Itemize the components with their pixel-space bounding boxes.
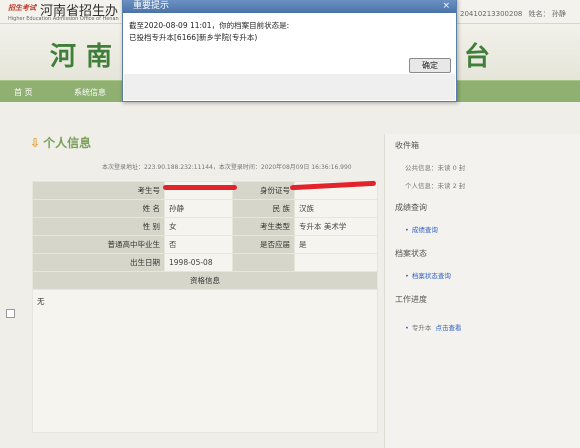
table-row: 普通高中毕业生 否 是否应届 是	[32, 235, 378, 254]
bullet-icon: •	[405, 226, 409, 234]
banner-title-left: 河南	[50, 42, 123, 72]
table-row: 出生日期 1998-05-08	[32, 253, 378, 272]
table-row: 资格信息	[32, 271, 378, 290]
redaction-mark	[163, 185, 237, 190]
qualification-header: 资格信息	[32, 271, 378, 290]
progress-view-link[interactable]: 点击查看	[435, 324, 461, 332]
id-number-label: 身份证号	[232, 181, 295, 200]
fresh-graduate-value: 是	[294, 235, 378, 254]
hs-graduate-label: 普通高中毕业生	[32, 235, 165, 254]
public-message-count: 0	[452, 164, 457, 172]
personal-message-count: 2	[452, 182, 457, 190]
important-notice-dialog: 重要提示 × 截至2020-08-09 11:01，你的档案目前状态是: 已投档…	[122, 0, 457, 102]
empty-cell	[294, 253, 378, 272]
birth-date-value: 1998-05-08	[164, 253, 233, 272]
dialog-message-line1: 截至2020-08-09 11:01，你的档案目前状态是:	[129, 21, 290, 30]
progress-heading: 工作进度	[395, 295, 427, 304]
bullet-icon: •	[405, 272, 409, 280]
ethnicity-value: 汉族	[294, 199, 378, 218]
archive-link-text: 档案状态查询	[411, 272, 451, 280]
personal-message-status[interactable]: 个人信息：未读 2 封	[405, 180, 465, 190]
ok-button[interactable]: 确定	[409, 58, 451, 73]
gender-value: 女	[164, 217, 233, 236]
name-label: 姓名：	[528, 10, 550, 18]
empty-cell	[232, 253, 295, 272]
dialog-message-line2: 已投档专升本[6166]新乡学院(专升本)	[129, 33, 258, 42]
candidate-type-label: 考生类型	[232, 217, 295, 236]
dialog-title: 重要提示	[133, 1, 170, 11]
public-message-status[interactable]: 公共信息：未读 0 封	[405, 162, 465, 172]
nav-system-info[interactable]: 系统信息	[74, 87, 106, 98]
progress-item: • 专升本 点击查看	[405, 322, 461, 332]
org-name-en: Higher Education Admission Office of Hen…	[8, 16, 119, 22]
personal-message-label: 个人信息：未读	[405, 182, 451, 190]
scores-heading: 成绩查询	[395, 203, 427, 212]
down-arrow-icon: ⇩	[30, 136, 41, 150]
archive-heading: 档案状态	[395, 249, 427, 258]
unit: 封	[458, 164, 466, 172]
ethnicity-label: 民 族	[232, 199, 295, 218]
exam-id: 20410213300208	[460, 10, 523, 18]
user-info: 20410213300208 姓名： 孙静	[460, 9, 566, 19]
login-info: 本次登录地址：223.90.188.232:11144，本次登录时间：2020年…	[102, 164, 352, 171]
table-row: 姓 名 孙静 民 族 汉族	[32, 199, 378, 218]
login-ip-label: 本次登录地址：	[102, 164, 145, 171]
login-time-label: 本次登录时间：	[218, 164, 261, 171]
fresh-graduate-label: 是否应届	[232, 235, 295, 254]
scores-link[interactable]: • 成绩查询	[405, 224, 438, 234]
nav-home[interactable]: 首 页	[14, 87, 33, 98]
name-label-cell: 姓 名	[32, 199, 165, 218]
gender-label: 性 别	[32, 217, 165, 236]
right-sidebar: 收件箱 公共信息：未读 0 封 个人信息：未读 2 封 成绩查询 • 成绩查询 档…	[384, 134, 580, 448]
user-name: 孙静	[551, 10, 566, 18]
close-icon[interactable]: ×	[442, 0, 450, 13]
personal-info-title-text: 个人信息	[43, 136, 92, 150]
login-time: 2020年08月09日 16:36:16.990	[260, 164, 352, 171]
login-ip: 223.90.188.232:11144	[144, 164, 213, 171]
table-row: 无	[32, 289, 378, 433]
personal-info-table: 考生号 身份证号 姓 名 孙静 民 族 汉族 性 别 女 考生类型 专升本 美术…	[32, 181, 378, 433]
inbox-heading: 收件箱	[395, 141, 419, 150]
exam-no-label: 考生号	[32, 181, 165, 200]
scores-link-text: 成绩查询	[411, 226, 438, 234]
dialog-title-bar: 重要提示 ×	[123, 0, 456, 13]
personal-info-title: ⇩ 个人信息	[30, 134, 91, 151]
public-message-label: 公共信息：未读	[405, 164, 451, 172]
hs-graduate-value: 否	[164, 235, 233, 254]
progress-item-label: 专升本	[411, 324, 432, 332]
checkbox[interactable]	[6, 309, 15, 318]
org-logo: 招生考试	[8, 4, 36, 12]
archive-link[interactable]: • 档案状态查询	[405, 270, 451, 280]
qualification-value: 无	[32, 289, 378, 433]
table-row: 性 别 女 考生类型 专升本 美术学	[32, 217, 378, 236]
birth-date-label: 出生日期	[32, 253, 165, 272]
candidate-type-value: 专升本 美术学	[294, 217, 378, 236]
name-value: 孙静	[164, 199, 233, 218]
unit: 封	[458, 182, 466, 190]
dialog-footer	[124, 74, 455, 100]
bullet-icon: •	[405, 324, 409, 332]
